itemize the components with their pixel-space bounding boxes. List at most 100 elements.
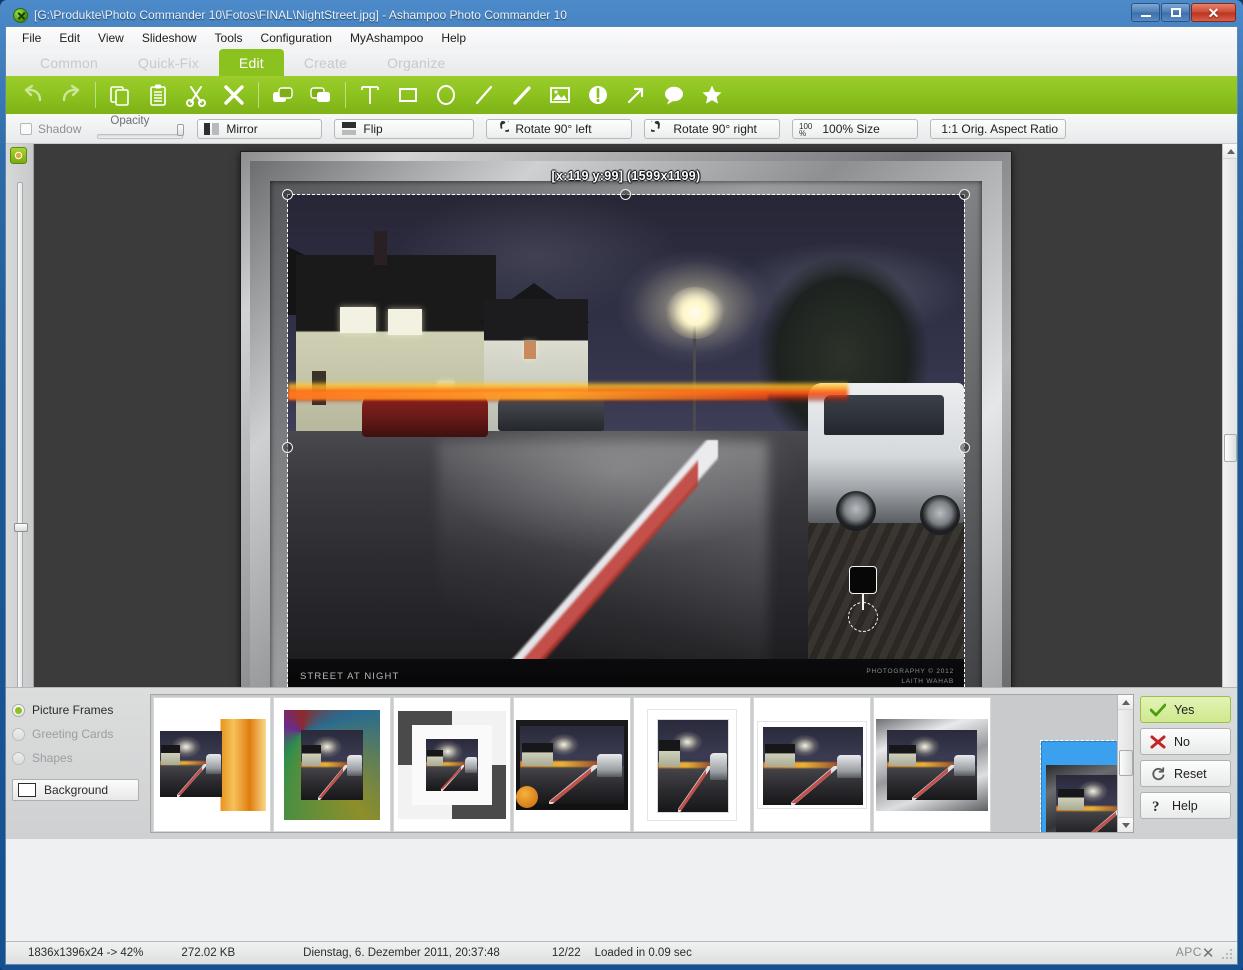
background-button[interactable]: Background	[12, 779, 139, 801]
ribbon-tab-bar: Common Quick-Fix Edit Create Organize	[6, 49, 1237, 76]
resize-grip[interactable]	[1221, 949, 1233, 961]
canvas-vscroll-thumb[interactable]	[1224, 434, 1237, 462]
star-tool-icon[interactable]	[693, 78, 731, 112]
actual-size-button[interactable]: 100% 100% Size	[792, 118, 919, 139]
frame-thumbnail-stained-glass[interactable]	[273, 697, 391, 832]
menu-tools[interactable]: Tools	[215, 31, 243, 45]
thumbnail-scroll-up-button[interactable]	[1117, 695, 1133, 710]
menu-file[interactable]: File	[22, 31, 41, 45]
menu-edit[interactable]: Edit	[59, 31, 80, 45]
background-button-label: Background	[44, 783, 109, 797]
send-to-back-icon[interactable]	[302, 78, 340, 112]
paste-icon[interactable]	[139, 78, 177, 112]
move-cursor	[846, 566, 880, 642]
delete-icon[interactable]	[215, 78, 253, 112]
tab-common[interactable]: Common	[20, 49, 118, 76]
menu-view[interactable]: View	[98, 31, 124, 45]
maximize-button[interactable]	[1161, 3, 1190, 22]
arrow-tool-icon[interactable]	[617, 78, 655, 112]
photo-credit-line1: PHOTOGRAPHY © 2012	[866, 668, 954, 675]
image-tool-icon[interactable]	[541, 78, 579, 112]
shadow-checkbox[interactable]: Shadow	[20, 122, 81, 136]
menu-configuration[interactable]: Configuration	[261, 31, 332, 45]
status-brand: APC✕	[1175, 945, 1215, 962]
scroll-up-button[interactable]	[1223, 144, 1237, 159]
line-tool-icon[interactable]	[465, 78, 503, 112]
tab-quick-fix[interactable]: Quick-Fix	[118, 49, 219, 76]
thumbnail-scroll-thumb[interactable]	[1118, 750, 1133, 776]
frame-thumbnail-sunburst[interactable]	[153, 697, 271, 832]
rectangle-tool-icon[interactable]	[389, 78, 427, 112]
opacity-slider[interactable]: Opacity	[93, 114, 185, 144]
radio-picture-frames-label: Picture Frames	[32, 703, 114, 717]
tab-edit[interactable]: Edit	[218, 49, 284, 76]
status-loadtime: Loaded in 0.09 sec	[594, 947, 692, 959]
tab-create[interactable]: Create	[284, 49, 367, 76]
svg-text:?: ?	[1152, 799, 1160, 813]
reset-icon	[1152, 767, 1165, 781]
cut-icon[interactable]	[177, 78, 215, 112]
canvas-row: STREET AT NIGHT PHOTOGRAPHY © 2012 LAITH…	[6, 144, 1237, 781]
original-aspect-ratio-button[interactable]: 1:1 Orig. Aspect Ratio	[930, 118, 1067, 139]
callout-tool-icon[interactable]	[579, 78, 617, 112]
frame-thumbnail-strip[interactable]	[150, 694, 1134, 833]
text-tool-icon[interactable]	[351, 78, 389, 112]
undo-icon[interactable]	[14, 78, 52, 112]
photo-window	[388, 309, 422, 335]
canvas-vertical-scrollbar[interactable]	[1222, 144, 1237, 744]
frame-thumbnail-plain-white[interactable]	[633, 697, 751, 832]
cursor-swatch-icon	[849, 566, 877, 594]
image-canvas[interactable]: STREET AT NIGHT PHOTOGRAPHY © 2012 LAITH…	[34, 144, 1222, 744]
pencil-tool-icon[interactable]	[503, 78, 541, 112]
rotate-left-button[interactable]: Rotate 90° left	[486, 118, 633, 139]
caret-down-icon	[1121, 822, 1130, 828]
menu-myashampoo[interactable]: MyAshampoo	[350, 31, 423, 45]
bring-to-front-icon[interactable]	[264, 78, 302, 112]
thumbnail-strip-scrollbar[interactable]	[1117, 695, 1133, 832]
reset-button[interactable]: Reset	[1140, 760, 1231, 787]
copy-icon[interactable]	[101, 78, 139, 112]
framed-photo[interactable]: STREET AT NIGHT PHOTOGRAPHY © 2012 LAITH…	[240, 151, 1012, 737]
close-button[interactable]: ✕	[1191, 3, 1236, 22]
rotate-left-icon	[500, 120, 510, 132]
redo-icon[interactable]	[52, 78, 90, 112]
caret-up-icon	[1226, 148, 1235, 154]
radio-picture-frames[interactable]: Picture Frames	[12, 698, 147, 722]
svg-text:%: %	[799, 129, 806, 137]
status-datetime: Dienstag, 6. Dezember 2011, 20:37:48	[303, 947, 500, 959]
yes-button[interactable]: Yes	[1140, 696, 1231, 723]
ellipse-tool-icon[interactable]	[427, 78, 465, 112]
opacity-thumb[interactable]	[177, 123, 185, 136]
minimize-button[interactable]	[1131, 3, 1160, 22]
radio-greeting-cards-indicator	[12, 727, 25, 741]
fit-to-window-icon[interactable]	[10, 147, 27, 164]
menu-slideshow[interactable]: Slideshow	[142, 31, 197, 45]
background-color-swatch[interactable]	[18, 783, 36, 797]
flip-button[interactable]: Flip	[334, 118, 475, 139]
thumbnail-scroll-down-button[interactable]	[1117, 817, 1133, 832]
frame-thumbnail-thin-white[interactable]	[753, 697, 871, 832]
toolbar-separator	[95, 82, 96, 108]
hundred-percent-icon: 100%	[799, 122, 813, 137]
menu-help[interactable]: Help	[441, 31, 466, 45]
mirror-button[interactable]: Mirror	[197, 118, 323, 139]
zoom-slider-track[interactable]	[14, 182, 28, 722]
frame-thumbnail-silver-bevel[interactable]	[873, 697, 991, 832]
no-button[interactable]: No	[1140, 728, 1231, 755]
opacity-track[interactable]	[97, 123, 185, 139]
speech-bubble-tool-icon[interactable]	[655, 78, 693, 112]
photo-chimney	[374, 231, 387, 265]
radio-shapes[interactable]: Shapes	[12, 746, 147, 770]
check-icon	[1150, 703, 1166, 716]
help-button[interactable]: ? Help	[1140, 792, 1231, 819]
tab-organize[interactable]: Organize	[367, 49, 465, 76]
rotate-right-button[interactable]: Rotate 90° right	[644, 118, 781, 139]
frame-thumbnail-mosaic[interactable]	[393, 697, 511, 832]
radio-greeting-cards[interactable]: Greeting Cards	[12, 722, 147, 746]
edit-toolbar	[6, 76, 1237, 114]
radio-greeting-cards-label: Greeting Cards	[32, 727, 114, 741]
frame-thumbnail-list	[151, 695, 1133, 832]
ashampoo-system-icon[interactable]	[13, 7, 28, 23]
zoom-slider-thumb[interactable]	[14, 523, 28, 532]
frame-thumbnail-pumpkin[interactable]	[513, 697, 631, 832]
